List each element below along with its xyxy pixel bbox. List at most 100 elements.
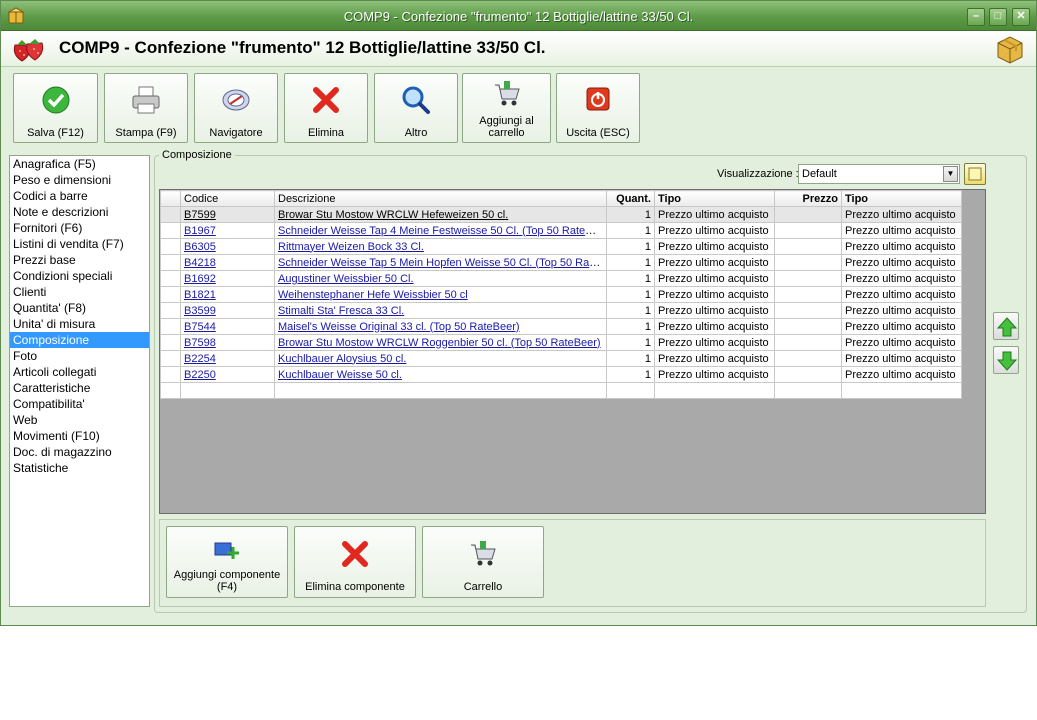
empty-cell[interactable] — [841, 382, 962, 399]
more-button[interactable]: Altro — [374, 73, 458, 143]
cell-quant[interactable]: 1 — [606, 366, 655, 383]
cell-codice[interactable]: B1967 — [180, 222, 275, 239]
sidebar-item[interactable]: Anagrafica (F5) — [10, 156, 149, 172]
cart-button[interactable]: Carrello — [422, 526, 544, 598]
cell-tipo-2[interactable]: Prezzo ultimo acquisto — [841, 350, 962, 367]
table-row[interactable]: B1821 Weihenstephaner Hefe Weissbier 50 c… — [160, 286, 962, 303]
row-selector[interactable] — [160, 350, 181, 367]
column-header-quant[interactable]: Quant. — [606, 190, 655, 207]
cell-codice[interactable]: B4218 — [180, 254, 275, 271]
title-bar[interactable]: COMP9 - Confezione "frumento" 12 Bottigl… — [1, 1, 1036, 31]
row-selector[interactable] — [160, 366, 181, 383]
cell-quant[interactable]: 1 — [606, 286, 655, 303]
descrizione-link[interactable]: Schneider Weisse Tap 4 Meine Festweisse … — [278, 225, 606, 237]
table-row[interactable]: B7599 Browar Stu Mostow WRCLW Hefeweizen … — [160, 206, 962, 223]
empty-cell[interactable] — [774, 382, 842, 399]
cell-quant[interactable]: 1 — [606, 222, 655, 239]
view-settings-button[interactable] — [964, 163, 986, 185]
row-selector[interactable] — [160, 238, 181, 255]
cell-descrizione[interactable]: Augustiner Weissbier 50 Cl. — [274, 270, 607, 287]
cell-prezzo[interactable] — [774, 334, 842, 351]
descrizione-link[interactable]: Rittmayer Weizen Bock 33 Cl. — [278, 241, 424, 253]
cell-tipo-2[interactable]: Prezzo ultimo acquisto — [841, 286, 962, 303]
table-row-empty[interactable] — [160, 382, 962, 399]
column-header-descrizione[interactable]: Descrizione — [274, 190, 607, 207]
cell-tipo[interactable]: Prezzo ultimo acquisto — [654, 286, 775, 303]
sidebar-item[interactable]: Fornitori (F6) — [10, 220, 149, 236]
cell-tipo-2[interactable]: Prezzo ultimo acquisto — [841, 222, 962, 239]
descrizione-link[interactable]: Maisel's Weisse Original 33 cl. (Top 50 … — [278, 321, 520, 333]
cell-codice[interactable]: B3599 — [180, 302, 275, 319]
descrizione-link[interactable]: Kuchlbauer Weisse 50 cl. — [278, 369, 402, 381]
cell-tipo[interactable]: Prezzo ultimo acquisto — [654, 238, 775, 255]
descrizione-link[interactable]: Browar Stu Mostow WRCLW Hefeweizen 50 cl… — [278, 209, 508, 221]
column-header-tipo-2[interactable]: Tipo — [841, 190, 962, 207]
cell-tipo-2[interactable]: Prezzo ultimo acquisto — [841, 238, 962, 255]
sidebar-item[interactable]: Compatibilita' — [10, 396, 149, 412]
cell-tipo-2[interactable]: Prezzo ultimo acquisto — [841, 206, 962, 223]
descrizione-link[interactable]: Weihenstephaner Hefe Weissbier 50 cl — [278, 289, 468, 301]
codice-link[interactable]: B7599 — [184, 209, 216, 221]
descrizione-link[interactable]: Schneider Weisse Tap 5 Mein Hopfen Weiss… — [278, 257, 606, 269]
table-row[interactable]: B2254 Kuchlbauer Aloysius 50 cl. 1 Prezzo u… — [160, 350, 962, 367]
cell-quant[interactable]: 1 — [606, 238, 655, 255]
cell-descrizione[interactable]: Rittmayer Weizen Bock 33 Cl. — [274, 238, 607, 255]
cell-quant[interactable]: 1 — [606, 206, 655, 223]
codice-link[interactable]: B2250 — [184, 369, 216, 381]
cell-tipo-2[interactable]: Prezzo ultimo acquisto — [841, 270, 962, 287]
codice-link[interactable]: B7598 — [184, 337, 216, 349]
empty-cell[interactable] — [606, 382, 655, 399]
delete-button[interactable]: Elimina — [284, 73, 368, 143]
column-header-tipo[interactable]: Tipo — [654, 190, 775, 207]
cell-quant[interactable]: 1 — [606, 254, 655, 271]
cell-tipo[interactable]: Prezzo ultimo acquisto — [654, 222, 775, 239]
row-selector[interactable] — [160, 254, 181, 271]
table-row[interactable]: B1692 Augustiner Weissbier 50 Cl. 1 Prezzo … — [160, 270, 962, 287]
cell-tipo-2[interactable]: Prezzo ultimo acquisto — [841, 334, 962, 351]
row-selector[interactable] — [160, 302, 181, 319]
codice-link[interactable]: B1692 — [184, 273, 216, 285]
cell-tipo[interactable]: Prezzo ultimo acquisto — [654, 334, 775, 351]
sidebar-item[interactable]: Quantita' (F8) — [10, 300, 149, 316]
sidebar-item[interactable]: Web — [10, 412, 149, 428]
cell-codice[interactable]: B1692 — [180, 270, 275, 287]
sidebar-item[interactable]: Note e descrizioni — [10, 204, 149, 220]
cell-codice[interactable]: B6305 — [180, 238, 275, 255]
codice-link[interactable]: B4218 — [184, 257, 216, 269]
sidebar-item[interactable]: Movimenti (F10) — [10, 428, 149, 444]
navigator-button[interactable]: Navigatore — [194, 73, 278, 143]
column-header-prezzo[interactable]: Prezzo — [774, 190, 842, 207]
cell-tipo-2[interactable]: Prezzo ultimo acquisto — [841, 302, 962, 319]
descrizione-link[interactable]: Stimalti Sta' Fresca 33 Cl. — [278, 305, 404, 317]
cell-prezzo[interactable] — [774, 270, 842, 287]
add-to-cart-button[interactable]: Aggiungi al carrello — [462, 73, 551, 143]
descrizione-link[interactable]: Kuchlbauer Aloysius 50 cl. — [278, 353, 406, 365]
sidebar-item[interactable]: Foto — [10, 348, 149, 364]
cell-prezzo[interactable] — [774, 238, 842, 255]
close-button[interactable]: ✕ — [1012, 8, 1030, 26]
table-row[interactable]: B3599 Stimalti Sta' Fresca 33 Cl. 1 Prezzo … — [160, 302, 962, 319]
cell-prezzo[interactable] — [774, 302, 842, 319]
cell-prezzo[interactable] — [774, 206, 842, 223]
empty-cell[interactable] — [274, 382, 607, 399]
table-row[interactable]: B6305 Rittmayer Weizen Bock 33 Cl. 1 Prezzo… — [160, 238, 962, 255]
cell-descrizione[interactable]: Kuchlbauer Aloysius 50 cl. — [274, 350, 607, 367]
cell-prezzo[interactable] — [774, 286, 842, 303]
cell-tipo-2[interactable]: Prezzo ultimo acquisto — [841, 318, 962, 335]
table-row[interactable]: B2250 Kuchlbauer Weisse 50 cl. 1 Prezzo ult… — [160, 366, 962, 383]
cell-codice[interactable]: B7598 — [180, 334, 275, 351]
cell-prezzo[interactable] — [774, 350, 842, 367]
cell-tipo[interactable]: Prezzo ultimo acquisto — [654, 254, 775, 271]
sidebar-item[interactable]: Clienti — [10, 284, 149, 300]
print-button[interactable]: Stampa (F9) — [104, 73, 188, 143]
sidebar-item[interactable]: Caratteristiche — [10, 380, 149, 396]
descrizione-link[interactable]: Browar Stu Mostow WRCLW Roggenbier 50 cl… — [278, 337, 601, 349]
cell-tipo[interactable]: Prezzo ultimo acquisto — [654, 350, 775, 367]
cell-descrizione[interactable]: Browar Stu Mostow WRCLW Hefeweizen 50 cl… — [274, 206, 607, 223]
cell-codice[interactable]: B2250 — [180, 366, 275, 383]
cell-tipo[interactable]: Prezzo ultimo acquisto — [654, 206, 775, 223]
cell-tipo[interactable]: Prezzo ultimo acquisto — [654, 302, 775, 319]
exit-button[interactable]: Uscita (ESC) — [556, 73, 640, 143]
move-down-button[interactable] — [993, 346, 1019, 374]
cell-prezzo[interactable] — [774, 222, 842, 239]
